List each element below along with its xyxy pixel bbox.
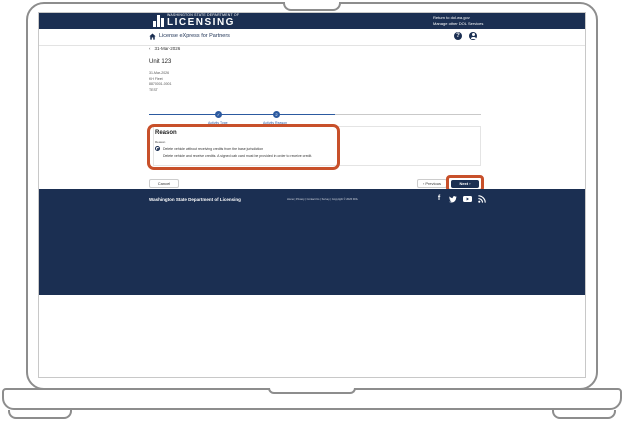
footer-links[interactable]: Home | Privacy | Contact Us | Survey | C…: [287, 198, 358, 201]
dol-logo[interactable]: WASHINGTON STATE DEPARTMENT OF LICENSING: [153, 13, 239, 28]
unit-meta: 31-Mar-2026 KH Fleet 8870001-0001 TEST: [149, 71, 481, 93]
social-links: f: [435, 195, 486, 203]
camera-notch: [283, 2, 341, 11]
laptop-foot-left: [8, 410, 72, 419]
header-links: Return to dol.wa.gov Manage other DOL Se…: [433, 15, 483, 27]
laptop-foot-right: [552, 410, 616, 419]
step-1-check-icon[interactable]: ✓: [215, 111, 222, 118]
unit-summary: ‹ 31-Mar-2026 Unit 123 31-Mar-2026 KH Fl…: [149, 46, 481, 93]
back-date: 31-Mar-2026: [154, 46, 181, 51]
progress-stepper: ✓ Activity Type 2 Activity Reason: [149, 111, 481, 125]
rss-icon[interactable]: [478, 195, 486, 203]
stepper-line-remaining: [335, 114, 481, 115]
help-icon[interactable]: ?: [454, 32, 462, 40]
app-title: License eXpress for Partners: [159, 33, 230, 39]
chevron-left-icon: ‹: [149, 46, 151, 51]
app-bar: License eXpress for Partners ?: [39, 29, 585, 46]
youtube-icon[interactable]: [463, 195, 472, 203]
home-icon[interactable]: [149, 33, 156, 40]
laptop-base-notch: [268, 388, 356, 394]
back-link[interactable]: ‹ 31-Mar-2026: [149, 46, 481, 51]
step-2-dot: 2: [273, 111, 280, 118]
laptop-frame: WASHINGTON STATE DEPARTMENT OF LICENSING…: [0, 0, 624, 421]
cancel-button[interactable]: Cancel: [149, 179, 179, 188]
logo-title: LICENSING: [167, 16, 235, 28]
footer-org-name: Washington State Department of Licensing: [149, 197, 241, 202]
facebook-icon[interactable]: f: [435, 195, 443, 203]
twitter-icon[interactable]: [449, 195, 457, 203]
top-header: WASHINGTON STATE DEPARTMENT OF LICENSING…: [39, 13, 585, 29]
meta-note: TEST: [149, 87, 158, 92]
reason-highlight-outline: [147, 124, 340, 170]
logo-mark-icon: [153, 14, 164, 27]
stepper-line-complete: [149, 114, 335, 115]
user-account-icon[interactable]: [469, 32, 477, 40]
browser-screen: WASHINGTON STATE DEPARTMENT OF LICENSING…: [38, 12, 586, 378]
unit-title: Unit 123: [149, 59, 172, 65]
site-footer: Washington State Department of Licensing…: [39, 189, 585, 295]
previous-button[interactable]: ‹ Previous: [417, 179, 447, 188]
manage-services-link[interactable]: Manage other DOL Services: [433, 21, 483, 27]
